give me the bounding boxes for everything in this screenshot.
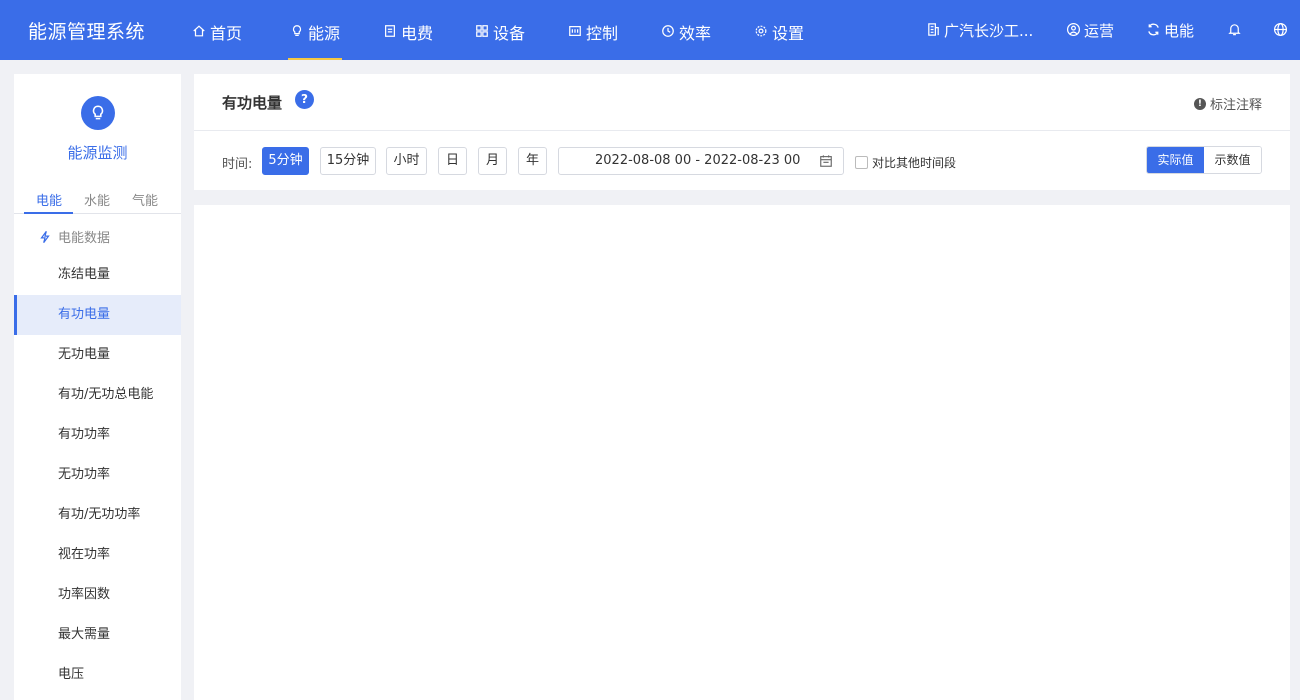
- calendar-icon: [820, 155, 832, 167]
- ops-menu[interactable]: 运营: [1066, 20, 1114, 41]
- chart-content-area: [194, 205, 1290, 700]
- bill-icon: [385, 25, 395, 37]
- annotation-link[interactable]: ! 标注注释: [1193, 94, 1262, 113]
- nav-device[interactable]: 设备: [475, 20, 525, 60]
- refresh-icon: [1148, 23, 1159, 36]
- nav-energy-label: 能源: [308, 24, 341, 43]
- time-5min-button[interactable]: 5分钟: [262, 147, 309, 175]
- control-icon: [569, 26, 581, 36]
- sidebar-item-max-demand[interactable]: 最大需量: [14, 615, 181, 655]
- notifications-button[interactable]: [1227, 20, 1242, 37]
- nav-control-label: 控制: [586, 24, 619, 43]
- sidebar-section-header[interactable]: 电能数据: [38, 227, 110, 246]
- energy-switch[interactable]: 电能: [1146, 20, 1194, 41]
- date-range-value: 2022-08-08 00 - 2022-08-23 00: [595, 153, 801, 168]
- nav-control[interactable]: 控制: [568, 20, 618, 60]
- annotation-label: 标注注释: [1209, 98, 1262, 113]
- nav-efficiency[interactable]: 效率: [661, 20, 711, 60]
- help-icon[interactable]: ?: [295, 90, 314, 109]
- sidebar-item-active-energy[interactable]: 有功电量: [14, 295, 181, 335]
- page-title: 有功电量: [222, 94, 283, 112]
- lightning-icon: [40, 230, 50, 243]
- reading-value-button[interactable]: 示数值: [1204, 147, 1261, 173]
- sidebar-item-active-power[interactable]: 有功功率: [14, 415, 181, 455]
- top-navigation-bar: 能源管理系统 首页 能源 电费 设备 控制 效率 设置 广汽长沙工... 运营 …: [0, 0, 1300, 60]
- grid-icon: [476, 25, 488, 37]
- user-icon: [1066, 22, 1081, 37]
- value-mode-toggle: 实际值 示数值: [1146, 146, 1262, 174]
- energy-monitor-logo: [81, 96, 115, 130]
- nav-bill[interactable]: 电费: [383, 20, 433, 60]
- home-icon: [193, 25, 205, 37]
- tab-gas[interactable]: 气能: [132, 190, 158, 209]
- sidebar-item-frozen-energy[interactable]: 冻结电量: [14, 255, 181, 295]
- sidebar-item-total-energy[interactable]: 有功/无功总电能: [14, 375, 181, 415]
- actual-value-button[interactable]: 实际值: [1147, 147, 1204, 173]
- sidebar-item-reactive-power[interactable]: 无功功率: [14, 455, 181, 495]
- nav-bill-label: 电费: [401, 24, 434, 43]
- time-15min-button[interactable]: 15分钟: [320, 147, 376, 175]
- site-name: 广汽长沙工...: [944, 22, 1034, 40]
- bell-icon: [1228, 24, 1241, 36]
- ops-label: 运营: [1084, 22, 1115, 40]
- sidebar-title: 能源监测: [67, 144, 128, 162]
- nav-home[interactable]: 首页: [192, 20, 242, 60]
- nav-settings-label: 设置: [772, 24, 805, 43]
- clock-icon: [662, 25, 674, 37]
- sidebar-item-apparent-power[interactable]: 视在功率: [14, 535, 181, 575]
- nav-efficiency-label: 效率: [679, 24, 712, 43]
- gear-icon: [755, 25, 767, 37]
- filter-panel: 有功电量 ? ! 标注注释 时间: 5分钟 15分钟 小时 日 月 年 2022…: [194, 74, 1290, 190]
- checkbox-box[interactable]: [855, 156, 868, 169]
- compare-checkbox[interactable]: 对比其他时间段: [855, 154, 956, 171]
- nav-home-label: 首页: [210, 24, 243, 43]
- divider: [194, 130, 1290, 131]
- energy-switch-label: 电能: [1164, 22, 1195, 40]
- nav-energy[interactable]: 能源: [287, 20, 343, 60]
- sidebar-menu: 冻结电量 有功电量 无功电量 有功/无功总电能 有功功率 无功功率 有功/无功功…: [14, 255, 181, 695]
- nav-device-label: 设备: [493, 24, 526, 43]
- bulb-icon: [292, 25, 302, 36]
- building-icon: [928, 23, 939, 36]
- language-button[interactable]: [1273, 20, 1288, 37]
- sidebar-item-reactive-energy[interactable]: 无功电量: [14, 335, 181, 375]
- sidebar-item-active-reactive-power[interactable]: 有功/无功功率: [14, 495, 181, 535]
- sidebar-item-voltage[interactable]: 电压: [14, 655, 181, 695]
- time-year-button[interactable]: 年: [518, 147, 547, 175]
- time-label: 时间:: [222, 157, 253, 172]
- nav-settings[interactable]: 设置: [754, 20, 804, 60]
- bulb-icon: [92, 105, 104, 120]
- info-icon: !: [1193, 97, 1206, 110]
- date-range-picker[interactable]: 2022-08-08 00 - 2022-08-23 00: [558, 147, 844, 175]
- sidebar-item-power-factor[interactable]: 功率因数: [14, 575, 181, 615]
- tab-underline: [24, 212, 73, 214]
- sidebar-tabs: 电能 水能 气能: [14, 187, 181, 214]
- time-day-button[interactable]: 日: [438, 147, 467, 175]
- sidebar: 能源监测 电能 水能 气能 电能数据 冻结电量 有功电量 无功电量 有功/无功总…: [14, 74, 181, 700]
- tab-electric[interactable]: 电能: [36, 190, 62, 209]
- time-month-button[interactable]: 月: [478, 147, 507, 175]
- site-selector[interactable]: 广汽长沙工...: [926, 20, 1033, 41]
- sidebar-section-label: 电能数据: [58, 231, 111, 246]
- tab-water[interactable]: 水能: [84, 190, 110, 209]
- app-title: 能源管理系统: [28, 21, 146, 43]
- compare-label: 对比其他时间段: [872, 156, 957, 170]
- globe-icon: [1273, 22, 1288, 37]
- time-hour-button[interactable]: 小时: [386, 147, 427, 175]
